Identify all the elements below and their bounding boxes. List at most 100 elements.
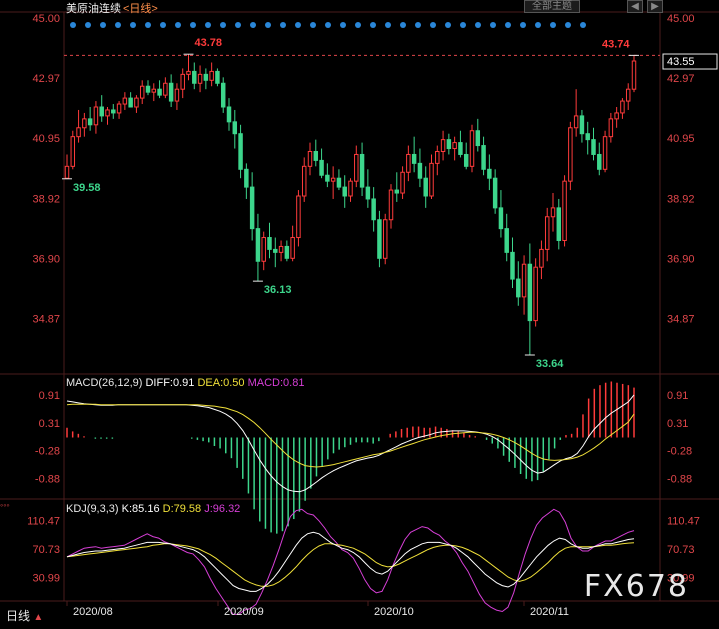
candle-body — [87, 118, 93, 126]
candle-body — [440, 139, 446, 152]
nav-right-button[interactable]: ▶ — [647, 0, 663, 13]
chevron-right-icon: ▶ — [651, 1, 659, 12]
event-dot — [580, 22, 586, 28]
candle-body — [180, 73, 185, 90]
event-dot — [355, 22, 361, 28]
candle-body — [105, 109, 110, 117]
high-label: 43.74 — [602, 38, 630, 50]
event-dot — [445, 22, 451, 28]
candle-body — [382, 219, 388, 259]
macd-tick-left: 0.91 — [39, 390, 60, 402]
period-tag[interactable]: <日线> — [123, 0, 158, 16]
watermark: FX678 — [583, 569, 689, 604]
chart-stage[interactable]: 45.00 45.00 42.97 42.97 40.95 40.95 38.92 38.92… — [0, 0, 719, 624]
candle-body — [273, 248, 278, 253]
candle-body — [435, 151, 440, 164]
date-label: 2020/10 — [374, 606, 414, 618]
candle-body — [394, 189, 400, 194]
candle-body — [516, 278, 521, 298]
event-dot — [565, 22, 571, 28]
event-dot — [400, 22, 406, 28]
date-label: 2020/08 — [73, 606, 113, 618]
candle-body — [354, 153, 359, 182]
event-dot — [295, 22, 301, 28]
candle-body — [168, 82, 174, 102]
candle-body — [70, 136, 76, 167]
candle-body — [203, 73, 209, 81]
macd-tick-right: -0.28 — [667, 446, 692, 458]
price-tick-left: 42.97 — [32, 73, 60, 85]
d-line — [66, 542, 635, 587]
candle-body — [111, 109, 116, 114]
candle-body — [244, 168, 249, 188]
low-label: 39.58 — [73, 182, 101, 194]
instrument-name: 美原油连续 — [66, 3, 121, 15]
event-dot — [430, 22, 436, 28]
kdj-tick-right: 70.73 — [667, 544, 695, 556]
price-tick-right: 40.95 — [667, 133, 695, 145]
candle-body — [579, 115, 585, 135]
event-dot — [460, 22, 466, 28]
candle-body — [388, 189, 394, 221]
candle-body — [568, 127, 573, 182]
event-dot — [175, 22, 181, 28]
candle-body — [278, 245, 284, 253]
candle-body — [585, 133, 590, 141]
event-dot — [415, 22, 421, 28]
candle-body — [307, 151, 313, 167]
candle-body — [209, 70, 214, 81]
theme-button[interactable]: 全部主题 — [524, 0, 580, 13]
event-dot — [205, 22, 211, 28]
kdj-tick-left: 110.47 — [27, 515, 60, 527]
candle-body — [249, 186, 255, 230]
event-dot — [70, 22, 76, 28]
candle-body — [99, 106, 104, 117]
macd-tick-right: -0.88 — [667, 474, 692, 486]
candle-body — [487, 168, 492, 179]
candle-body — [325, 174, 330, 182]
kdj-header: KDJ(9,3,3) K:85.16 D:79.58 J:96.32 — [66, 503, 240, 515]
candle-body — [527, 263, 533, 322]
candle-body — [625, 88, 631, 102]
event-dot — [505, 22, 511, 28]
candle-body — [157, 88, 162, 96]
candle-body — [232, 121, 238, 135]
candle-body — [313, 151, 319, 161]
candle-body — [197, 73, 203, 84]
candle-body — [284, 245, 290, 259]
candle-body — [290, 237, 295, 259]
nav-left-button[interactable]: ◀ — [627, 0, 643, 13]
event-dot — [385, 22, 391, 28]
candle-body — [539, 248, 544, 268]
event-dot — [520, 22, 526, 28]
macd-tick-left: 0.31 — [39, 418, 60, 430]
candle-body — [469, 130, 475, 167]
candle-body — [533, 266, 538, 322]
event-dot — [475, 22, 481, 28]
candle-body — [400, 171, 405, 194]
candle-body — [406, 153, 411, 173]
candle-body — [192, 70, 197, 84]
candle-body — [510, 251, 515, 280]
candle-body — [64, 165, 70, 179]
candle-body — [93, 106, 99, 126]
candle-body — [122, 97, 128, 105]
price-tick-right: 36.90 — [667, 253, 695, 265]
candle-body — [238, 133, 243, 170]
candle-body — [371, 198, 376, 221]
candle-body — [504, 228, 509, 253]
date-label: 2020/09 — [224, 606, 264, 618]
candle-body — [550, 207, 556, 218]
price-tick-right: 42.97 — [667, 73, 695, 85]
candle-body — [614, 112, 619, 120]
chevron-left-icon: ◀ — [631, 1, 639, 12]
candle-body — [365, 186, 371, 200]
kdj-tick-left: 70.73 — [32, 544, 60, 556]
period-selector[interactable]: 日线 ▲ — [6, 607, 43, 624]
candle-body — [116, 103, 122, 114]
price-tick-left: 45.00 — [32, 13, 60, 25]
kdj-tick-right: 110.47 — [667, 515, 700, 527]
candle-body — [330, 177, 336, 182]
date-label: 2020/11 — [530, 606, 569, 618]
period-label: 日线 — [6, 609, 31, 623]
